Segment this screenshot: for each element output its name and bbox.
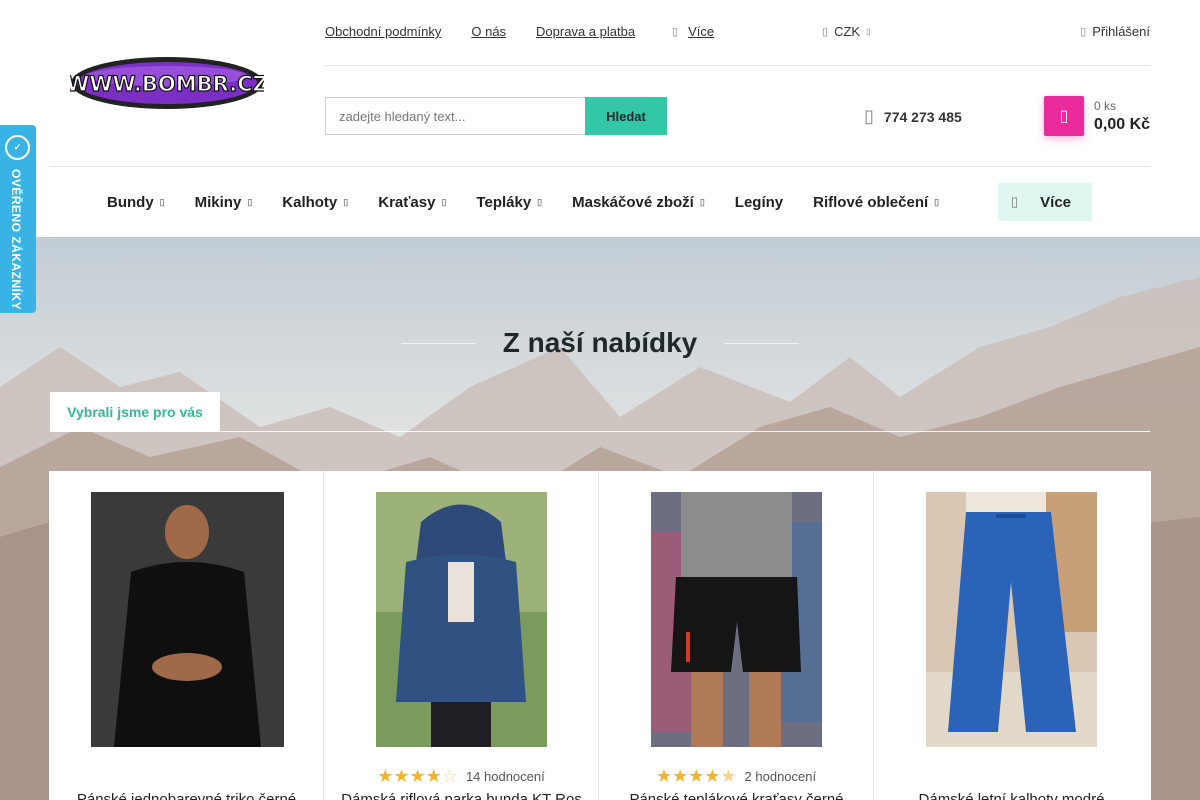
cart-button[interactable]: ▯ [1044,96,1084,136]
user-icon: ▯ [1080,26,1087,38]
menu-icon: ▯ [1011,194,1019,209]
chevron-down-icon: ▯ [866,27,871,36]
cart-summary: 0 ks 0,00 Kč [1094,96,1150,136]
link-obchodni-podminky[interactable]: Obchodní podmínky [325,24,441,39]
link-doprava-a-platba[interactable]: Doprava a platba [536,24,635,39]
section-title: Z naší nabídky [502,327,698,358]
divider [50,166,1150,167]
product-image[interactable] [91,492,284,747]
cart-price: 0,00 Kč [1094,116,1151,133]
product-card[interactable]: Pánské jednobarevné triko černé [49,471,324,800]
chevron-down-icon: ▯ [159,196,165,207]
nav-item-kalhoty[interactable]: Kalhoty ▯ [282,194,348,211]
phone-contact[interactable]: ▯ 774 273 485 [864,106,962,127]
product-rating: ★★★★☆ 14 hodnocení [324,766,598,787]
rating-stars: ★★★★☆ [377,766,458,786]
main-nav: Bundy ▯ Mikiny ▯ Kalhoty ▯ Kraťasy ▯ Tepláky… [107,183,969,221]
product-image[interactable] [926,492,1097,747]
cart[interactable]: ▯ 0 ks 0,00 Kč [1044,96,1150,136]
product-name[interactable]: Dámská riflová parka bunda KT Ros [334,791,589,800]
top-more-link[interactable]: ▯ Více [672,24,714,39]
product-image[interactable] [651,492,822,747]
nav-more-button[interactable]: ▯ Více [998,183,1092,221]
cart-icon: ▯ [1059,108,1069,125]
chevron-down-icon: ▯ [537,196,543,207]
product-card[interactable]: ★★★★★ 2 hodnocení Pánské teplákové kraťa… [599,471,874,800]
search-form: Hledat [325,97,667,135]
verified-customers-badge[interactable]: ✓ OVĚŘENO ZÁKAZNÍKY [0,125,36,313]
search-input[interactable] [325,97,585,135]
cart-count: 0 ks [1094,99,1117,113]
login-link[interactable]: ▯ Přihlášení [1080,24,1150,39]
chevron-down-icon: ▯ [343,196,349,207]
product-rating: ★★★★★ 2 hodnocení [599,766,873,787]
product-grid: Pánské jednobarevné triko černé ★★★★☆ 14… [49,471,1151,800]
product-name[interactable]: Pánské teplákové kraťasy černé [609,791,864,800]
product-image[interactable] [376,492,547,747]
rating-count[interactable]: 14 hodnocení [466,769,545,784]
chevron-down-icon: ▯ [247,196,253,207]
nav-item-riflove-obleceni[interactable]: Riflové oblečení ▯ [813,194,939,211]
site-header: WWW.BOMBR.CZ Obchodní podmínky O nás Dop… [0,0,1200,237]
tab-selected-for-you[interactable]: Vybrali jsme pro vás [50,392,220,432]
nav-item-kratasy[interactable]: Kraťasy ▯ [378,194,446,211]
chevron-down-icon: ▯ [699,196,705,207]
product-name[interactable]: Dámské letní kalhoty modré [884,791,1139,800]
nav-item-leginy[interactable]: Legíny [735,194,783,211]
rating-stars: ★★★★★ [655,766,737,786]
divider [325,65,1150,66]
top-links: Obchodní podmínky O nás Doprava a platba [325,24,635,39]
nav-item-mikiny[interactable]: Mikiny ▯ [195,194,253,211]
product-card[interactable]: ★★★★☆ 14 hodnocení Dámská riflová parka … [324,471,599,800]
nav-item-maskacove-zbozi[interactable]: Maskáčové zboží ▯ [572,194,705,211]
product-card[interactable]: Dámské letní kalhoty modré [874,471,1149,800]
currency-icon: ▯ [822,26,829,38]
search-button[interactable]: Hledat [585,97,667,135]
nav-item-bundy[interactable]: Bundy ▯ [107,194,165,211]
chevron-down-icon: ▯ [934,196,940,207]
svg-text:WWW.BOMBR.CZ: WWW.BOMBR.CZ [70,72,264,96]
heureka-icon: ✓ [5,135,30,160]
featured-section: Z naší nabídky Vybrali jsme pro vás Páns… [0,237,1200,800]
phone-icon: ▯ [864,106,874,126]
currency-selector[interactable]: ▯ CZK ▯ [822,24,870,39]
link-o-nas[interactable]: O nás [471,24,506,39]
badge-label: OVĚŘENO ZÁKAZNÍKY [9,169,23,311]
site-logo[interactable]: WWW.BOMBR.CZ [66,56,268,110]
chevron-down-icon: ▯ [441,196,447,207]
product-name[interactable]: Pánské jednobarevné triko černé [59,791,314,800]
rating-count[interactable]: 2 hodnocení [745,769,817,784]
info-icon: ▯ [672,26,679,38]
nav-item-teplaky[interactable]: Tepláky ▯ [476,194,542,211]
